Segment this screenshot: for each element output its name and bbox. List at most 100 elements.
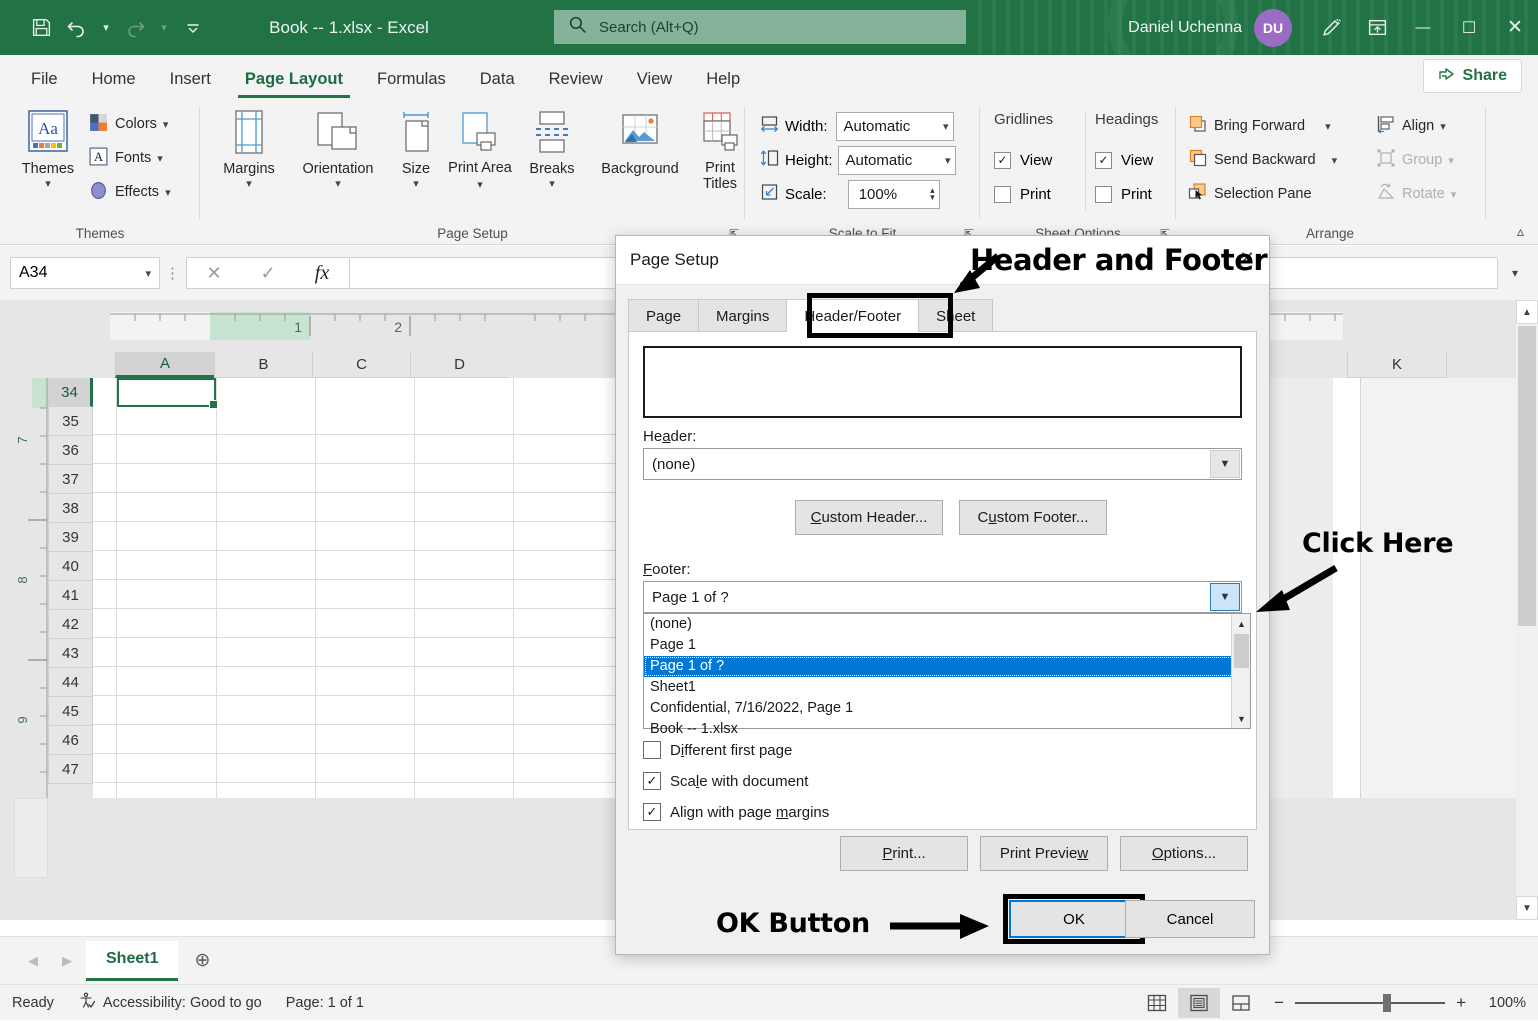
margins-chevron-down-icon[interactable]: ▾ <box>246 178 252 191</box>
customize-qat-icon[interactable] <box>176 10 210 46</box>
ribbon-display-options-icon[interactable] <box>1354 0 1400 55</box>
redo-chevron-down-icon[interactable]: ▾ <box>154 10 174 46</box>
zoom-track[interactable] <box>1295 1002 1445 1004</box>
scroll-up-icon[interactable]: ▲ <box>1516 300 1538 324</box>
dropdown-option-page-1[interactable]: Page 1 <box>644 635 1250 656</box>
dialog-tab-margins[interactable]: Margins <box>698 299 787 332</box>
dropdown-option-none[interactable]: (none) <box>644 614 1250 635</box>
gridlines-print-checkbox[interactable]: Print <box>994 177 1080 211</box>
send-backward-button[interactable]: Send Backward ▾ <box>1188 143 1337 177</box>
width-select[interactable]: Automatic ▾ <box>836 112 954 141</box>
tab-home[interactable]: Home <box>75 59 153 99</box>
dropdown-option-confidential[interactable]: Confidential, 7/16/2022, Page 1 <box>644 698 1250 719</box>
accessibility-status[interactable]: Accessibility: Good to go <box>66 985 274 1021</box>
undo-icon[interactable] <box>60 10 94 46</box>
gridlines-view-checkbox[interactable]: ✓ View <box>994 143 1080 177</box>
normal-view-button[interactable] <box>1136 988 1178 1018</box>
collapse-ribbon-icon[interactable]: ▵ <box>1517 223 1524 240</box>
vertical-scrollbar[interactable]: ▲ ▼ <box>1516 300 1538 920</box>
row-header-44[interactable]: 44 <box>48 668 93 697</box>
row-header-42[interactable]: 42 <box>48 610 93 639</box>
scroll-down-icon[interactable]: ▼ <box>1516 896 1538 920</box>
rotate-button[interactable]: Rotate ▾ <box>1376 177 1456 211</box>
row-header-41[interactable]: 41 <box>48 581 93 610</box>
bring-forward-button[interactable]: Bring Forward ▾ <box>1188 109 1337 143</box>
dialog-tab-page[interactable]: Page <box>628 299 699 332</box>
maximize-button[interactable]: ☐ <box>1446 0 1492 55</box>
breaks-button[interactable]: Breaks ▾ <box>520 107 584 190</box>
row-header-35[interactable]: 35 <box>48 407 93 436</box>
dropdown-scroll-thumb[interactable] <box>1234 634 1249 668</box>
undo-chevron-down-icon[interactable]: ▾ <box>96 10 116 46</box>
tab-insert[interactable]: Insert <box>153 59 228 99</box>
column-header-A[interactable]: A <box>115 352 215 378</box>
print-area-chevron-down-icon[interactable]: ▾ <box>477 179 483 191</box>
row-header-45[interactable]: 45 <box>48 697 93 726</box>
margins-button[interactable]: Margins ▾ <box>212 107 286 190</box>
breaks-chevron-down-icon[interactable]: ▾ <box>549 178 555 191</box>
row-header-36[interactable]: 36 <box>48 436 93 465</box>
vertical-scroll-thumb[interactable] <box>1518 326 1536 626</box>
spinner-arrows-icon[interactable]: ▴▾ <box>930 187 935 201</box>
effects-chevron-down-icon[interactable]: ▾ <box>165 186 171 199</box>
group-button[interactable]: Group ▾ <box>1376 143 1456 177</box>
different-first-page-checkbox[interactable]: Different first page <box>643 741 792 759</box>
column-header-C[interactable]: C <box>312 352 411 378</box>
enter-icon[interactable]: ✓ <box>241 258 295 288</box>
header-select[interactable]: (none) ▼ <box>643 448 1242 480</box>
cancel-button[interactable]: Cancel <box>1125 900 1255 938</box>
active-cell-A34[interactable] <box>117 378 216 407</box>
footer-dropdown-list[interactable]: (none) Page 1 Page 1 of ? Sheet1 Confide… <box>643 613 1251 729</box>
tab-formulas[interactable]: Formulas <box>360 59 463 99</box>
row-header-39[interactable]: 39 <box>48 523 93 552</box>
insert-function-icon[interactable]: fx <box>295 258 349 288</box>
themes-chevron-down-icon[interactable]: ▾ <box>45 178 51 191</box>
orientation-button[interactable]: Orientation ▾ <box>292 107 384 190</box>
zoom-slider[interactable]: − + <box>1262 993 1478 1013</box>
row-header-46[interactable]: 46 <box>48 726 93 755</box>
scale-with-document-checkbox[interactable]: ✓ Scale with document <box>643 772 808 790</box>
cancel-icon[interactable]: ✕ <box>187 258 241 288</box>
colors-button[interactable]: Colors ▾ <box>88 107 171 141</box>
selection-pane-button[interactable]: Selection Pane <box>1188 177 1337 211</box>
background-button[interactable]: Background <box>590 107 690 178</box>
dropdown-option-sheet1[interactable]: Sheet1 <box>644 677 1250 698</box>
avatar[interactable]: DU <box>1254 9 1292 47</box>
column-header-K[interactable]: K <box>1347 352 1447 378</box>
print-titles-button[interactable]: Print Titles <box>692 107 748 193</box>
tab-review[interactable]: Review <box>532 59 620 99</box>
dropdown-scroll-down-icon[interactable]: ▼ <box>1232 709 1251 728</box>
column-header-B[interactable]: B <box>214 352 313 378</box>
page-layout-view-button[interactable] <box>1178 988 1220 1018</box>
tab-data[interactable]: Data <box>463 59 532 99</box>
footer-dropdown-chevron-down-icon[interactable]: ▼ <box>1210 583 1240 611</box>
bring-forward-chevron-down-icon[interactable]: ▾ <box>1325 120 1331 133</box>
size-button[interactable]: Size ▾ <box>390 107 442 190</box>
search-input[interactable]: Search (Alt+Q) <box>554 10 966 44</box>
size-chevron-down-icon[interactable]: ▾ <box>413 178 419 191</box>
row-header-47[interactable]: 47 <box>48 755 93 784</box>
add-sheet-icon[interactable]: ⊕ <box>182 941 222 981</box>
scale-stepper[interactable]: 100% ▴▾ <box>848 180 940 209</box>
options-button[interactable]: Options... <box>1120 836 1248 871</box>
zoom-in-button[interactable]: + <box>1456 993 1466 1013</box>
colors-chevron-down-icon[interactable]: ▾ <box>163 118 169 131</box>
dropdown-option-book-1-xlsx[interactable]: Book -- 1.xlsx <box>644 719 1250 740</box>
custom-footer-button[interactable]: Custom Footer... <box>959 500 1107 535</box>
fonts-chevron-down-icon[interactable]: ▾ <box>157 152 163 165</box>
row-header-38[interactable]: 38 <box>48 494 93 523</box>
group-chevron-down-icon[interactable]: ▾ <box>1448 154 1454 167</box>
row-header-43[interactable]: 43 <box>48 639 93 668</box>
custom-header-button[interactable]: Custom Header... <box>795 500 943 535</box>
tab-page-layout[interactable]: Page Layout <box>228 59 360 99</box>
print-preview-button[interactable]: Print Preview <box>980 836 1108 871</box>
prev-sheet-icon[interactable]: ◀ <box>18 946 48 976</box>
tab-help[interactable]: Help <box>689 59 757 99</box>
height-select[interactable]: Automatic ▾ <box>838 146 956 175</box>
expand-formula-bar-icon[interactable]: ▾ <box>1502 266 1528 280</box>
print-button[interactable]: Print... <box>840 836 968 871</box>
zoom-thumb[interactable] <box>1383 994 1391 1012</box>
zoom-out-button[interactable]: − <box>1274 993 1284 1013</box>
dropdown-scrollbar[interactable]: ▲ ▼ <box>1231 614 1250 728</box>
zoom-level[interactable]: 100% <box>1478 995 1526 1011</box>
